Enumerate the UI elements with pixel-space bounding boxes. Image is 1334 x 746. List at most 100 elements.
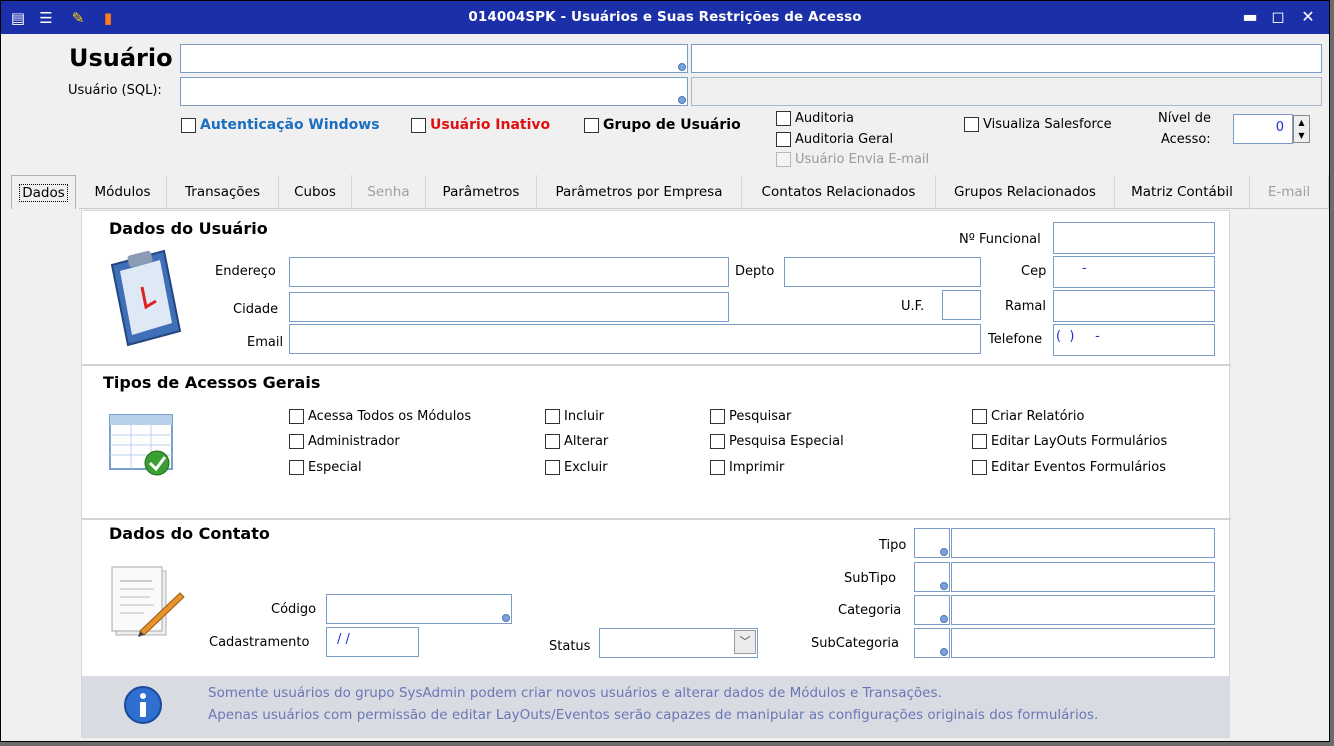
imprimir-checkbox[interactable]: Imprimir xyxy=(710,460,784,475)
tab-grupos-relacionados[interactable]: Grupos Relacionados xyxy=(936,175,1115,209)
usuario-label: Usuário xyxy=(69,44,173,72)
spin-up-icon[interactable]: ▲ xyxy=(1294,116,1309,129)
categoria-desc-input[interactable] xyxy=(951,595,1215,625)
visualiza-salesforce-checkbox[interactable]: Visualiza Salesforce xyxy=(964,117,1112,132)
tab-email: E-mail xyxy=(1250,175,1329,209)
checkbox-box[interactable] xyxy=(289,409,304,424)
tab-cubos[interactable]: Cubos xyxy=(279,175,352,209)
usuario-inativo-checkbox[interactable]: Usuário Inativo xyxy=(411,117,550,133)
tab-content-dados: Dados do Usuário Endereço Depto Cidade U… xyxy=(81,210,1231,738)
tab-matriz-contabil[interactable]: Matriz Contábil xyxy=(1115,175,1250,209)
tab-transacoes[interactable]: Transações xyxy=(167,175,279,209)
autenticacao-windows-checkbox[interactable]: Autenticação Windows xyxy=(181,117,380,133)
alterar-checkbox[interactable]: Alterar xyxy=(545,434,608,449)
email-input[interactable] xyxy=(289,324,981,354)
tipo-code-input[interactable] xyxy=(914,528,950,558)
checkbox-box[interactable] xyxy=(710,460,725,475)
tipo-desc-input[interactable] xyxy=(951,528,1215,558)
criar-relatorio-checkbox[interactable]: Criar Relatório xyxy=(972,409,1084,424)
checkbox-box[interactable] xyxy=(289,460,304,475)
window-title: 014004SPK - Usuários e Suas Restrições d… xyxy=(468,9,862,25)
subcategoria-code-input[interactable] xyxy=(914,628,950,658)
uf-label: U.F. xyxy=(901,299,925,314)
section-divider xyxy=(82,518,1231,520)
cidade-label: Cidade xyxy=(233,302,279,317)
cep-mask: - xyxy=(1082,261,1087,276)
subcategoria-desc-input[interactable] xyxy=(951,628,1215,658)
codigo-label: Código xyxy=(271,602,317,617)
close-button[interactable]: ✕ xyxy=(1297,7,1319,27)
usuario-input[interactable] xyxy=(180,44,688,73)
checkbox-box[interactable] xyxy=(972,409,987,424)
editar-eventos-checkbox[interactable]: Editar Eventos Formulários xyxy=(972,460,1166,475)
status-label: Status xyxy=(549,639,591,654)
dados-usuario-title: Dados do Usuário xyxy=(109,219,268,238)
usuario-envia-email-checkbox: Usuário Envia E-mail xyxy=(776,152,929,167)
subtipo-code-input[interactable] xyxy=(914,562,950,592)
tab-parametros[interactable]: Parâmetros xyxy=(426,175,537,209)
cadastramento-input[interactable]: / / xyxy=(326,627,419,657)
checkbox-box[interactable] xyxy=(545,434,560,449)
checkbox-box[interactable] xyxy=(545,409,560,424)
tab-contatos-relacionados[interactable]: Contatos Relacionados xyxy=(742,175,936,209)
checkbox-box[interactable] xyxy=(972,434,987,449)
grupo-usuario-label: Grupo de Usuário xyxy=(603,117,741,133)
checkbox-box[interactable] xyxy=(411,117,426,133)
checkbox-box[interactable] xyxy=(289,434,304,449)
incluir-checkbox[interactable]: Incluir xyxy=(545,409,604,424)
cidade-input[interactable] xyxy=(289,292,729,322)
checkbox-box[interactable] xyxy=(776,111,791,126)
checkbox-box[interactable] xyxy=(545,460,560,475)
subtipo-label: SubTipo xyxy=(844,571,897,586)
usuario-sql-input[interactable] xyxy=(180,77,688,106)
pesquisa-especial-checkbox[interactable]: Pesquisa Especial xyxy=(710,434,844,449)
checkbox-box[interactable] xyxy=(964,117,979,132)
acessa-todos-modulos-checkbox[interactable]: Acessa Todos os Módulos xyxy=(289,409,471,424)
visualiza-salesforce-label: Visualiza Salesforce xyxy=(983,117,1112,132)
tab-dados[interactable]: Dados xyxy=(11,175,76,209)
depto-input[interactable] xyxy=(784,257,981,287)
checkbox-box[interactable] xyxy=(972,460,987,475)
nivel-acesso-label-1: Nível de xyxy=(1158,111,1212,126)
especial-checkbox[interactable]: Especial xyxy=(289,460,362,475)
chevron-down-icon[interactable]: ﹀ xyxy=(734,630,756,654)
checkbox-box[interactable] xyxy=(710,434,725,449)
checkbox-box[interactable] xyxy=(710,409,725,424)
grupo-usuario-checkbox[interactable]: Grupo de Usuário xyxy=(584,117,741,133)
checkbox-box[interactable] xyxy=(584,117,599,133)
categoria-code-input[interactable] xyxy=(914,595,950,625)
checkbox-box[interactable] xyxy=(776,132,791,147)
auditoria-geral-checkbox[interactable]: Auditoria Geral xyxy=(776,132,893,147)
editar-layouts-checkbox[interactable]: Editar LayOuts Formulários xyxy=(972,434,1167,449)
endereco-input[interactable] xyxy=(289,257,729,287)
usuario-envia-email-label: Usuário Envia E-mail xyxy=(795,152,930,167)
info-message-2: Apenas usuários com permissão de editar … xyxy=(208,707,1099,723)
ramal-input[interactable] xyxy=(1053,290,1215,322)
table-check-icon xyxy=(109,413,175,477)
administrador-checkbox[interactable]: Administrador xyxy=(289,434,400,449)
subtipo-desc-input[interactable] xyxy=(951,562,1215,592)
status-select[interactable]: ﹀ xyxy=(599,628,758,658)
auditoria-checkbox[interactable]: Auditoria xyxy=(776,111,854,126)
tab-parametros-empresa[interactable]: Parâmetros por Empresa xyxy=(537,175,742,209)
checkbox-box xyxy=(776,152,791,167)
tab-modulos[interactable]: Módulos xyxy=(79,175,167,209)
cep-input[interactable]: - xyxy=(1053,256,1215,288)
usuario-inativo-label: Usuário Inativo xyxy=(430,117,551,133)
uf-input[interactable] xyxy=(942,290,981,320)
cep-label: Cep xyxy=(1021,264,1047,279)
checkbox-box[interactable] xyxy=(181,117,196,133)
excluir-checkbox[interactable]: Excluir xyxy=(545,460,608,475)
minimize-button[interactable]: ▬ xyxy=(1239,7,1261,27)
document-edit-icon xyxy=(110,565,186,641)
maximize-button[interactable]: ◻ xyxy=(1267,7,1289,27)
pesquisar-checkbox[interactable]: Pesquisar xyxy=(710,409,791,424)
nivel-acesso-spinner[interactable]: ▲ ▼ xyxy=(1293,115,1310,143)
n-funcional-input[interactable] xyxy=(1053,222,1215,254)
codigo-input[interactable] xyxy=(326,594,512,624)
cadastramento-mask: / / xyxy=(337,632,350,647)
telefone-input[interactable]: ( ) - xyxy=(1053,324,1215,356)
usuario-name-input[interactable] xyxy=(691,44,1322,73)
spin-down-icon[interactable]: ▼ xyxy=(1294,129,1309,142)
nivel-acesso-input[interactable]: 0 xyxy=(1233,114,1293,144)
